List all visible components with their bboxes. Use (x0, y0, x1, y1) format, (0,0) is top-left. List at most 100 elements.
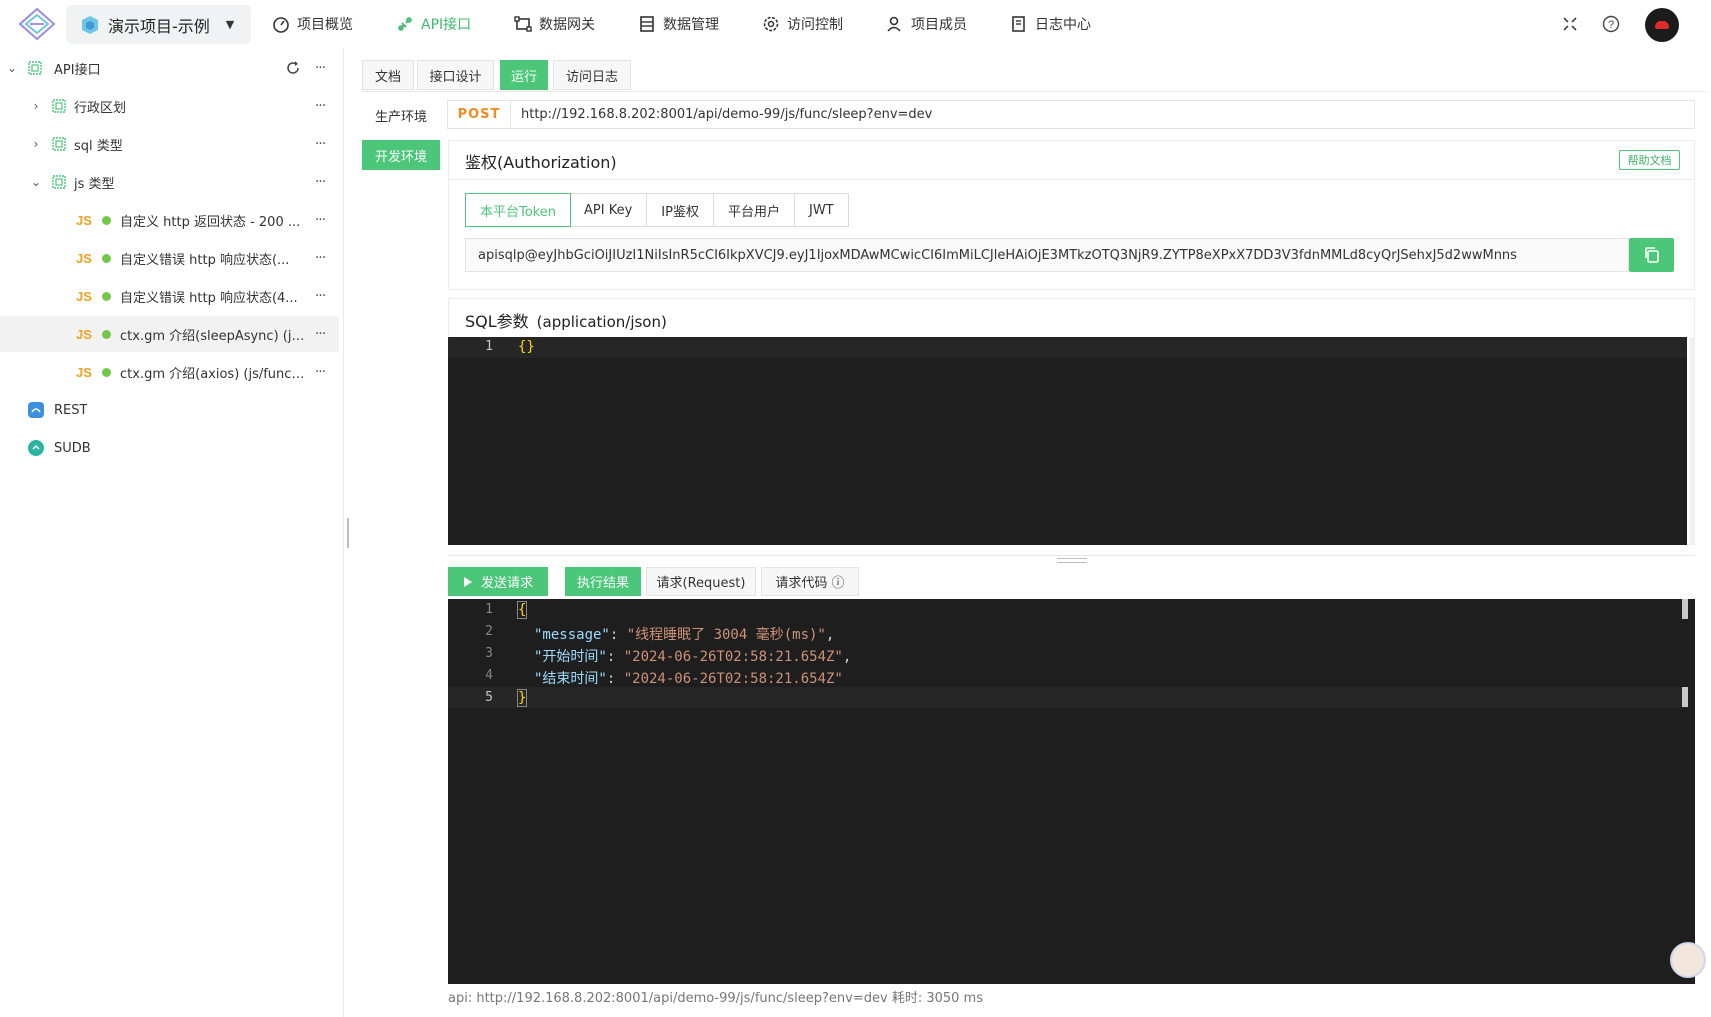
tree-item-sudb[interactable]: SUDB (0, 430, 339, 466)
sql-params-title: SQL参数 (465, 308, 529, 332)
line-number: 4 (448, 668, 493, 683)
content-type-label: (application/json) (537, 313, 667, 331)
js-file-icon: JS (76, 327, 92, 342)
nav-access-control[interactable]: 访问控制 (762, 0, 843, 48)
tree-item-js-1[interactable]: JS 自定义 http 返回状态 - 200 ... ··· (0, 202, 339, 238)
result-editor[interactable]: 1 2 3 4 5 { "message": "线程睡眠了 3004 毫秒(ms… (448, 599, 1695, 984)
data-icon (638, 15, 656, 33)
code-line-3: "开始时间": "2024-06-26T02:58:21.654Z", (534, 646, 851, 666)
line-number: 1 (448, 339, 493, 354)
nav-log-center[interactable]: 日志中心 (1010, 0, 1091, 48)
folder-icon (52, 99, 66, 113)
assistant-avatar-icon[interactable] (1670, 942, 1706, 978)
sudb-icon (28, 440, 44, 456)
tab-execution-result[interactable]: 执行结果 (565, 567, 641, 596)
scrollbar-marker (1682, 687, 1688, 707)
env-production[interactable]: 生产环境 (362, 100, 440, 130)
tree-root-api[interactable]: ⌄ API接口 ··· (0, 50, 339, 86)
http-method-badge[interactable]: POST (448, 101, 511, 128)
tree-folder-sql[interactable]: › sql 类型 ··· (0, 126, 339, 162)
more-icon[interactable]: ··· (312, 212, 328, 228)
project-selector[interactable]: 演示项目-示例 ▼ (66, 5, 251, 44)
code-line-1: { (518, 602, 526, 618)
code-line: {} (518, 339, 535, 355)
line-number: 1 (448, 602, 493, 617)
send-request-button[interactable]: 发送请求 (448, 567, 548, 596)
tab-request[interactable]: 请求(Request) (646, 567, 756, 596)
help-docs-button[interactable]: 帮助文档 (1619, 150, 1680, 170)
project-name: 演示项目-示例 (108, 13, 210, 37)
nav-api[interactable]: API接口 (396, 0, 471, 48)
folder-icon (52, 175, 66, 189)
env-development[interactable]: 开发环境 (362, 140, 440, 170)
auth-tab-platform-token[interactable]: 本平台Token (465, 193, 571, 227)
copy-icon (1643, 246, 1661, 264)
tab-interface-design[interactable]: 接口设计 (417, 60, 494, 90)
more-icon[interactable]: ··· (312, 174, 328, 190)
scrollbar[interactable] (1690, 337, 1695, 545)
status-bar: api: http://192.168.8.202:8001/api/demo-… (448, 987, 983, 1006)
members-icon (886, 15, 904, 33)
nav-data-gateway[interactable]: 数据网关 (514, 0, 595, 48)
current-line-highlight (448, 687, 1688, 708)
copy-token-button[interactable] (1629, 238, 1674, 272)
line-number: 5 (448, 690, 493, 705)
sql-params-header: SQL参数 (application/json) (465, 308, 667, 332)
refresh-icon[interactable] (285, 60, 301, 76)
more-icon[interactable]: ··· (312, 98, 328, 114)
app-logo-icon[interactable] (18, 7, 56, 41)
chevron-down-icon[interactable]: ⌄ (6, 62, 18, 74)
sql-params-editor[interactable]: 1 {} (448, 337, 1687, 545)
project-icon (80, 15, 100, 35)
js-file-icon: JS (76, 365, 92, 380)
play-icon (463, 576, 473, 588)
request-url[interactable]: http://192.168.8.202:8001/api/demo-99/js… (511, 107, 932, 122)
nav-project-overview[interactable]: 项目概览 (272, 0, 353, 48)
more-icon[interactable]: ··· (312, 326, 328, 342)
gear-icon (762, 15, 780, 33)
tab-access-log[interactable]: 访问日志 (553, 60, 631, 90)
user-avatar[interactable] (1645, 8, 1679, 42)
auth-tab-platform-user[interactable]: 平台用户 (714, 194, 795, 226)
tree-folder-js[interactable]: ⌄ js 类型 ··· (0, 164, 339, 200)
folder-icon (28, 61, 42, 75)
more-icon[interactable]: ··· (312, 288, 328, 304)
tree-folder-xingzheng[interactable]: › 行政区划 ··· (0, 88, 339, 124)
tab-docs[interactable]: 文档 (362, 60, 414, 90)
nav-project-members[interactable]: 项目成员 (886, 0, 967, 48)
tree-item-js-3[interactable]: JS 自定义错误 http 响应状态(4... ··· (0, 278, 339, 314)
tree-item-js-2[interactable]: JS 自定义错误 http 响应状态(... ··· (0, 240, 339, 276)
token-field[interactable]: apisqlp@eyJhbGciOiJIUzI1NiIsInR5cCI6IkpX… (465, 238, 1629, 272)
more-icon[interactable]: ··· (312, 60, 328, 76)
tree-item-js-5[interactable]: JS ctx.gm 介绍(axios) (js/func/... ··· (0, 354, 339, 390)
tabs-divider (362, 91, 1707, 92)
panel-resize-handle[interactable] (1057, 558, 1087, 563)
tree-item-rest[interactable]: REST (0, 392, 339, 428)
auth-tab-jwt[interactable]: JWT (795, 194, 848, 226)
current-line-highlight (448, 337, 1687, 358)
auth-tab-api-key[interactable]: API Key (570, 194, 647, 226)
request-url-bar[interactable]: POST http://192.168.8.202:8001/api/demo-… (447, 100, 1695, 129)
help-icon[interactable]: ? (1601, 14, 1621, 34)
js-file-icon: JS (76, 213, 92, 228)
more-icon[interactable]: ··· (312, 250, 328, 266)
status-dot (102, 254, 111, 263)
more-icon[interactable]: ··· (312, 136, 328, 152)
tab-request-code[interactable]: 请求代码 ⓘ (761, 567, 859, 596)
chevron-right-icon[interactable]: › (30, 138, 42, 150)
more-icon[interactable]: ··· (312, 364, 328, 380)
nav-data-management[interactable]: 数据管理 (638, 0, 719, 48)
fullscreen-icon[interactable] (1560, 14, 1580, 34)
tree-item-js-4[interactable]: JS ctx.gm 介绍(sleepAsync) (js... ··· (0, 316, 339, 352)
tab-run[interactable]: 运行 (500, 60, 548, 90)
sidebar-resize-handle[interactable] (347, 518, 349, 548)
auth-tab-ip[interactable]: IP鉴权 (647, 194, 714, 226)
js-file-icon: JS (76, 251, 92, 266)
chevron-right-icon[interactable]: › (30, 100, 42, 112)
auth-panel-divider (449, 179, 1694, 180)
chevron-down-icon[interactable]: ⌄ (30, 176, 42, 188)
api-tree-sidebar: ⌄ API接口 ··· › 行政区划 ··· › sql 类型 ··· ⌄ js… (0, 48, 344, 1017)
divider (448, 555, 1695, 556)
status-dot (102, 368, 111, 377)
auth-type-tabs: 本平台Token API Key IP鉴权 平台用户 JWT (465, 193, 849, 227)
